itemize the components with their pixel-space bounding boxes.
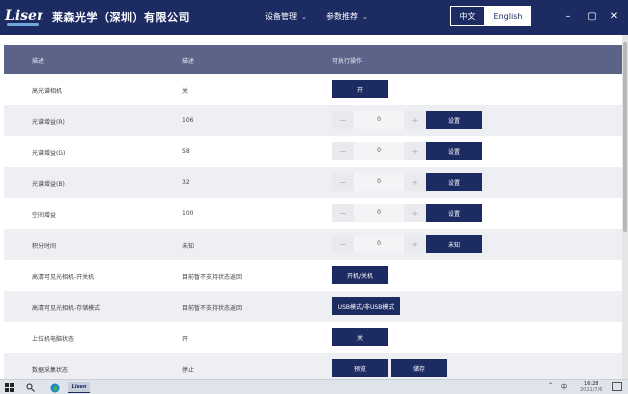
- row-name: 高光谱相机: [32, 88, 63, 95]
- stepper-input[interactable]: 0: [354, 204, 404, 222]
- table-row: 数据采集状态 停止 预览 储存: [4, 353, 622, 379]
- hd-camera-power-button[interactable]: 开机/关机: [332, 266, 388, 284]
- app-window: Lisen 莱森光学（深圳）有限公司 设备管理 ⌄ 参数推荐 ⌄ 中文 Engl…: [0, 0, 628, 394]
- table-row: 高清可见光相机-开关机 目前暂不支持状态返回 开机/关机: [4, 260, 622, 291]
- chevron-down-icon: ⌄: [362, 12, 368, 21]
- minimize-icon: –: [565, 10, 571, 22]
- table-row: 空间增益 100 − 0 + 设置: [4, 198, 622, 229]
- row-name: 光谱增益(G): [32, 150, 66, 157]
- ime-indicator[interactable]: 中: [561, 382, 567, 391]
- lang-chinese-button[interactable]: 中文: [450, 6, 485, 26]
- table-row: 光谱增益(R) 106 − 0 + 设置: [4, 105, 622, 136]
- company-logo: Lisen: [4, 8, 43, 26]
- table-row: 积分时间 未知 − 0 + 未知: [4, 229, 622, 260]
- stepper-input[interactable]: 0: [354, 111, 404, 129]
- restore-icon: ▢: [587, 10, 597, 22]
- lang-english-button[interactable]: English: [485, 6, 531, 26]
- title-bar: Lisen 莱森光学（深圳）有限公司 设备管理 ⌄ 参数推荐 ⌄ 中文 Engl…: [0, 0, 628, 35]
- set-gain-g-button[interactable]: 设置: [426, 142, 482, 160]
- notification-icon[interactable]: [612, 382, 622, 391]
- gain-b-stepper[interactable]: − 0 +: [332, 173, 426, 191]
- stepper-input[interactable]: 0: [354, 142, 404, 160]
- row-value: 目前暂不支持状态返回: [182, 305, 243, 312]
- table-row: 高清可见光相机-存储模式 目前暂不支持状态返回 USB模式/非USB模式: [4, 291, 622, 322]
- row-value: 目前暂不支持状态返回: [182, 274, 243, 281]
- row-name: 高清可见光相机-存储模式: [32, 305, 101, 312]
- gain-g-stepper[interactable]: − 0 +: [332, 142, 426, 160]
- host-pc-off-button[interactable]: 关: [332, 328, 388, 346]
- row-value: 停止: [182, 367, 195, 374]
- usb-mode-button[interactable]: USB模式/非USB模式: [332, 297, 400, 315]
- table-row: 高光谱相机 关 开: [4, 74, 622, 105]
- row-value: 100: [182, 210, 194, 217]
- integration-time-stepper[interactable]: − 0 +: [332, 235, 426, 253]
- increment-button[interactable]: +: [404, 240, 426, 249]
- spatial-gain-stepper[interactable]: − 0 +: [332, 204, 426, 222]
- close-icon: ✕: [609, 10, 619, 22]
- row-value: 58: [182, 148, 190, 155]
- device-parameter-table: 描述 描述 可执行操作 高光谱相机 关 开 光谱增益(R) 106 − 0 + …: [0, 35, 628, 379]
- set-gain-b-button[interactable]: 设置: [426, 173, 482, 191]
- row-value: 未知: [182, 243, 195, 250]
- stepper-input[interactable]: 0: [354, 235, 404, 253]
- row-name: 空间增益: [32, 212, 57, 219]
- decrement-button[interactable]: −: [332, 240, 354, 249]
- row-value: 关: [182, 88, 189, 95]
- lisen-app-taskbar-icon[interactable]: Lisen: [68, 382, 90, 393]
- increment-button[interactable]: +: [404, 178, 426, 187]
- increment-button[interactable]: +: [404, 209, 426, 218]
- row-value: 106: [182, 117, 194, 124]
- row-value: 32: [182, 179, 190, 186]
- decrement-button[interactable]: −: [332, 116, 354, 125]
- row-name: 上位机电脑状态: [32, 336, 75, 343]
- menu-parameter-settings[interactable]: 参数推荐 ⌄: [326, 11, 368, 22]
- edge-browser-icon[interactable]: [48, 382, 62, 393]
- row-name: 光谱增益(B): [32, 181, 65, 188]
- gain-r-stepper[interactable]: − 0 +: [332, 111, 426, 129]
- increment-button[interactable]: +: [404, 147, 426, 156]
- windows-start-icon[interactable]: [3, 382, 15, 393]
- row-name: 积分时间: [32, 243, 57, 250]
- svg-text:Lisen: Lisen: [4, 8, 43, 24]
- app-label: Lisen: [71, 384, 87, 390]
- preview-button[interactable]: 预览: [332, 359, 388, 377]
- clock-date: 2021/7/6: [580, 387, 603, 393]
- column-header-status: 描述: [182, 58, 195, 65]
- company-name: 莱森光学（深圳）有限公司: [52, 11, 190, 24]
- table-row: 上位机电脑状态 开 关: [4, 322, 622, 353]
- column-header-actions: 可执行操作: [332, 58, 363, 65]
- minimize-button[interactable]: –: [560, 8, 576, 24]
- menu-label: 设备管理: [265, 12, 297, 21]
- menu-device-management[interactable]: 设备管理 ⌄: [265, 11, 307, 22]
- set-gain-r-button[interactable]: 设置: [426, 111, 482, 129]
- increment-button[interactable]: +: [404, 116, 426, 125]
- clock[interactable]: 16:28 2021/7/6: [580, 381, 602, 393]
- table-header: 描述 描述 可执行操作: [4, 45, 622, 74]
- decrement-button[interactable]: −: [332, 178, 354, 187]
- search-icon[interactable]: [24, 382, 36, 393]
- chevron-up-icon[interactable]: ⌃: [548, 382, 553, 389]
- camera-on-button[interactable]: 开: [332, 80, 388, 98]
- row-name: 光谱增益(R): [32, 119, 65, 126]
- restore-button[interactable]: ▢: [584, 8, 600, 24]
- row-name: 高清可见光相机-开关机: [32, 274, 95, 281]
- decrement-button[interactable]: −: [332, 147, 354, 156]
- stepper-input[interactable]: 0: [354, 173, 404, 191]
- scrollbar-thumb[interactable]: [623, 42, 627, 232]
- close-button[interactable]: ✕: [606, 8, 622, 24]
- row-name: 数据采集状态: [32, 367, 69, 374]
- decrement-button[interactable]: −: [332, 209, 354, 218]
- table-row: 光谱增益(G) 58 − 0 + 设置: [4, 136, 622, 167]
- chevron-down-icon: ⌄: [301, 12, 307, 21]
- menu-label: 参数推荐: [326, 12, 358, 21]
- save-button[interactable]: 储存: [391, 359, 447, 377]
- set-spatial-gain-button[interactable]: 设置: [426, 204, 482, 222]
- row-value: 开: [182, 336, 189, 343]
- integration-time-button[interactable]: 未知: [426, 235, 482, 253]
- windows-taskbar: Lisen ⌃ 中 16:28 2021/7/6: [0, 379, 628, 394]
- table-row: 光谱增益(B) 32 − 0 + 设置: [4, 167, 622, 198]
- column-header-description: 描述: [32, 58, 45, 65]
